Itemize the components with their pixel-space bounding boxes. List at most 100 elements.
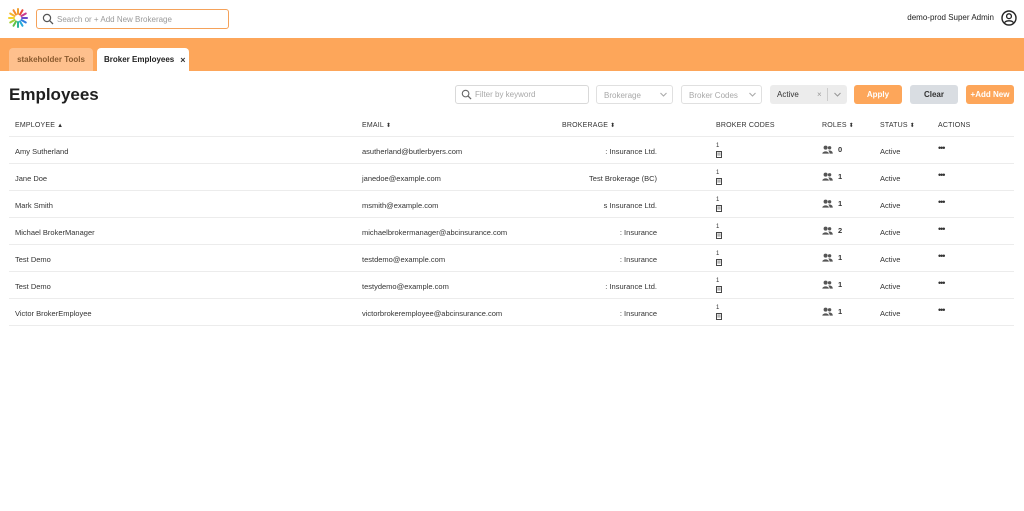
employee-brokerage: s Insurance Ltd. [603,201,657,210]
employee-name[interactable]: Mark Smith [15,201,53,210]
row-actions-menu[interactable]: ••• [938,251,946,261]
page-title: Employees [9,85,99,104]
row-actions-menu[interactable]: ••• [938,197,946,207]
close-icon[interactable]: × [180,55,185,65]
broker-codes[interactable]: 1 [716,143,722,158]
broker-codes[interactable]: 1 [716,251,722,266]
employee-name[interactable]: Test Demo [15,282,51,291]
row-actions-menu[interactable]: ••• [938,224,946,234]
roles-count: 1 [838,199,843,208]
brokerage-dropdown[interactable]: Brokerage [596,85,673,104]
employee-email: michaelbrokermanager@abcinsurance.com [362,228,508,237]
employee-name[interactable]: Victor BrokerEmployee [15,309,92,318]
apply-button[interactable]: Apply [854,85,902,104]
roles[interactable]: 1 [822,172,842,181]
column-header-brokerage[interactable]: BROKERAGE ⬍ [562,122,615,129]
roles-count: 1 [838,253,843,262]
brokerage-search[interactable] [36,9,229,29]
roles[interactable]: 0 [822,145,842,154]
employee-brokerage: : Insurance [619,255,657,264]
broker-codes-count: 1 [716,170,720,176]
tab-stakeholder-tools[interactable]: stakeholder Tools [9,48,93,71]
column-header-status[interactable]: STATUS ⬍ [880,122,915,129]
table-row[interactable]: Mark Smith msmith@example.com s Insuranc… [9,191,1014,218]
roles[interactable]: 2 [822,226,842,235]
roles[interactable]: 1 [822,280,842,289]
broker-codes-count: 1 [716,251,720,257]
chevron-down-icon[interactable] [833,90,842,99]
brokerage-search-input[interactable] [57,11,225,27]
row-actions-menu[interactable]: ••• [938,305,946,315]
row-actions-menu[interactable]: ••• [938,143,946,153]
roles-count: 2 [838,226,843,235]
logo-icon[interactable] [7,7,29,29]
table-row[interactable]: Amy Sutherland asutherland@butlerbyers.c… [9,137,1014,164]
column-header-employee[interactable]: EMPLOYEE ▲ [15,122,63,129]
divider [827,88,828,101]
employee-brokerage: Test Brokerage (BC) [589,174,657,183]
broker-codes[interactable]: 1 [716,224,722,239]
status-text: Active [880,255,901,264]
user-icon[interactable] [1001,10,1017,26]
employee-name[interactable]: Amy Sutherland [15,147,68,156]
tab-broker-employees[interactable]: Broker Employees × [97,48,189,71]
users-icon [822,226,833,235]
sort-icon: ⬍ [909,123,916,129]
user-name: demo-prod Super Admin [907,13,994,22]
building-icon [716,151,722,158]
chevron-down-icon [749,92,756,97]
employee-email: janedoe@example.com [362,174,441,183]
broker-codes-count: 1 [716,197,720,203]
column-header-email[interactable]: EMAIL ⬍ [362,122,391,129]
roles-count: 0 [838,145,843,154]
employee-brokerage: : Insurance Ltd. [605,282,657,291]
table-row[interactable]: Victor BrokerEmployee victorbrokeremploy… [9,299,1014,326]
column-label: ACTIONS [938,122,971,129]
employee-name[interactable]: Test Demo [15,255,51,264]
broker-codes-dropdown-placeholder: Broker Codes [689,91,738,100]
column-label: EMPLOYEE [15,122,56,129]
broker-codes[interactable]: 1 [716,197,722,212]
broker-codes[interactable]: 1 [716,278,722,293]
table-row[interactable]: Jane Doe janedoe@example.com Test Broker… [9,164,1014,191]
status-dropdown[interactable]: Active × [770,85,847,104]
users-icon [822,253,833,262]
row-actions-menu[interactable]: ••• [938,278,946,288]
status-text: Active [880,309,901,318]
chevron-down-icon [660,92,667,97]
clear-button[interactable]: Clear [910,85,958,104]
column-label: EMAIL [362,122,385,129]
status-dropdown-value: Active [777,90,799,99]
column-header-broker-codes: BROKER CODES [716,122,775,129]
column-label: BROKER CODES [716,122,775,129]
brokerage-dropdown-placeholder: Brokerage [604,91,641,100]
keyword-filter[interactable] [455,85,589,104]
table-header: EMPLOYEE ▲ EMAIL ⬍ BROKERAGE ⬍ BROKER CODES… [9,117,1014,137]
broker-codes[interactable]: 1 [716,170,722,185]
keyword-filter-input[interactable] [475,87,585,102]
table-row[interactable]: Test Demo testdemo@example.com : Insuran… [9,245,1014,272]
building-icon [716,286,722,293]
users-icon [822,172,833,181]
building-icon [716,178,722,185]
roles[interactable]: 1 [822,253,842,262]
roles[interactable]: 1 [822,307,842,316]
roles-count: 1 [838,172,843,181]
clear-status-icon[interactable]: × [817,90,822,99]
status-text: Active [880,174,901,183]
broker-codes[interactable]: 1 [716,305,722,320]
table-row[interactable]: Michael BrokerManager michaelbrokermanag… [9,218,1014,245]
add-new-button[interactable]: +Add New [966,85,1014,104]
roles-count: 1 [838,307,843,316]
roles[interactable]: 1 [822,199,842,208]
employee-name[interactable]: Jane Doe [15,174,47,183]
row-actions-menu[interactable]: ••• [938,170,946,180]
sort-asc-icon: ▲ [57,123,64,129]
employee-brokerage: : Insurance [619,228,657,237]
users-icon [822,307,833,316]
tab-label: Broker Employees [104,55,175,64]
employee-name[interactable]: Michael BrokerManager [15,228,95,237]
broker-codes-dropdown[interactable]: Broker Codes [681,85,762,104]
column-header-roles[interactable]: ROLES ⬍ [822,122,854,129]
table-row[interactable]: Test Demo testydemo@example.com : Insura… [9,272,1014,299]
